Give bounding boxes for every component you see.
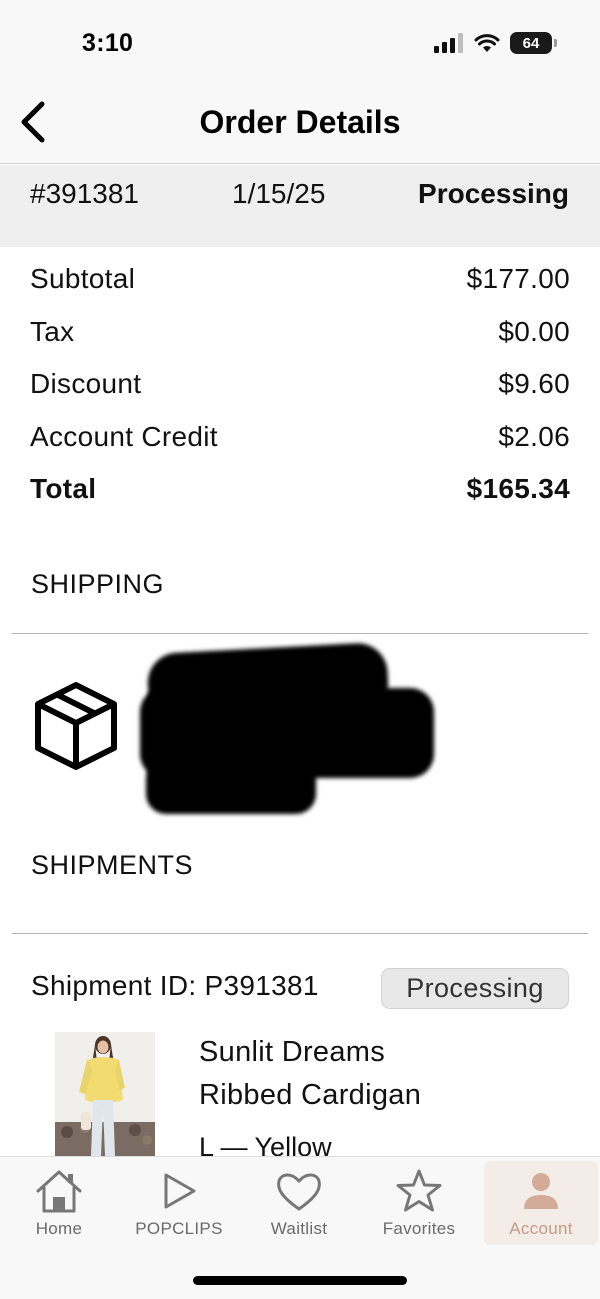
page-title: Order Details bbox=[199, 104, 401, 140]
shipments-heading: SHIPMENTS bbox=[31, 850, 194, 880]
product-name: Ribbed Cardigan bbox=[199, 1079, 422, 1111]
subtotal-row: Subtotal $177.00 bbox=[30, 263, 570, 316]
discount-row: Discount $9.60 bbox=[30, 368, 570, 421]
order-summary: #391381 1/15/25 Processing bbox=[0, 165, 600, 247]
total-label: Total bbox=[30, 473, 97, 504]
tax-label: Tax bbox=[30, 315, 75, 347]
tax-value: $0.00 bbox=[498, 315, 570, 347]
tab-label: Waitlist bbox=[270, 1219, 328, 1238]
shipment-id: Shipment ID: P391381 bbox=[31, 970, 319, 1001]
tax-row: Tax $0.00 bbox=[30, 316, 570, 369]
user-icon bbox=[524, 1173, 558, 1209]
star-icon bbox=[396, 1169, 442, 1212]
order-status: Processing bbox=[418, 178, 569, 209]
total-value: $165.34 bbox=[466, 473, 570, 504]
home-indicator bbox=[193, 1276, 407, 1285]
cellular-signal-icon bbox=[434, 33, 463, 53]
package-box-icon bbox=[35, 682, 117, 770]
tab-label: POPCLIPS bbox=[135, 1219, 223, 1238]
tab-waitlist[interactable]: Waitlist bbox=[242, 1161, 356, 1245]
total-row: Total $165.34 bbox=[30, 473, 570, 526]
subtotal-label: Subtotal bbox=[30, 263, 136, 294]
tab-label: Home bbox=[35, 1219, 83, 1238]
wifi-icon bbox=[474, 34, 500, 52]
battery-icon: 64 bbox=[510, 32, 557, 54]
shipping-heading: SHIPPING bbox=[31, 569, 165, 599]
order-totals: Subtotal $177.00 Tax $0.00 Discount $9.6… bbox=[30, 263, 570, 526]
status-bar: 3:10 64 bbox=[0, 0, 600, 80]
tab-label: Favorites bbox=[382, 1219, 456, 1238]
heart-icon bbox=[277, 1173, 321, 1211]
subtotal-value: $177.00 bbox=[466, 263, 570, 294]
play-icon bbox=[164, 1173, 196, 1209]
tab-home[interactable]: Home bbox=[2, 1161, 116, 1245]
home-icon bbox=[36, 1170, 82, 1213]
order-number: #391381 bbox=[30, 178, 140, 209]
status-time: 3:10 bbox=[82, 29, 134, 57]
product-thumbnail[interactable] bbox=[55, 1032, 155, 1156]
tab-popclips[interactable]: POPCLIPS bbox=[122, 1161, 236, 1245]
product-name: Sunlit Dreams bbox=[199, 1036, 386, 1068]
divider bbox=[12, 633, 588, 634]
status-icons: 64 bbox=[434, 32, 557, 54]
order-date: 1/15/25 bbox=[232, 178, 326, 209]
discount-value: $9.60 bbox=[498, 368, 570, 399]
product-photo bbox=[55, 1032, 155, 1156]
tab-favorites[interactable]: Favorites bbox=[362, 1161, 476, 1245]
discount-label: Discount bbox=[30, 368, 142, 399]
redacted-address bbox=[140, 641, 436, 818]
nav-header: Order Details bbox=[0, 80, 600, 164]
account-credit-label: Account Credit bbox=[30, 420, 218, 452]
divider bbox=[12, 933, 588, 934]
tab-account[interactable]: Account bbox=[484, 1161, 598, 1245]
tab-label: Account bbox=[509, 1219, 573, 1238]
shipment-status-badge: Processing bbox=[381, 968, 569, 1009]
account-credit-row: Account Credit $2.06 bbox=[30, 421, 570, 474]
account-credit-value: $2.06 bbox=[498, 420, 570, 452]
